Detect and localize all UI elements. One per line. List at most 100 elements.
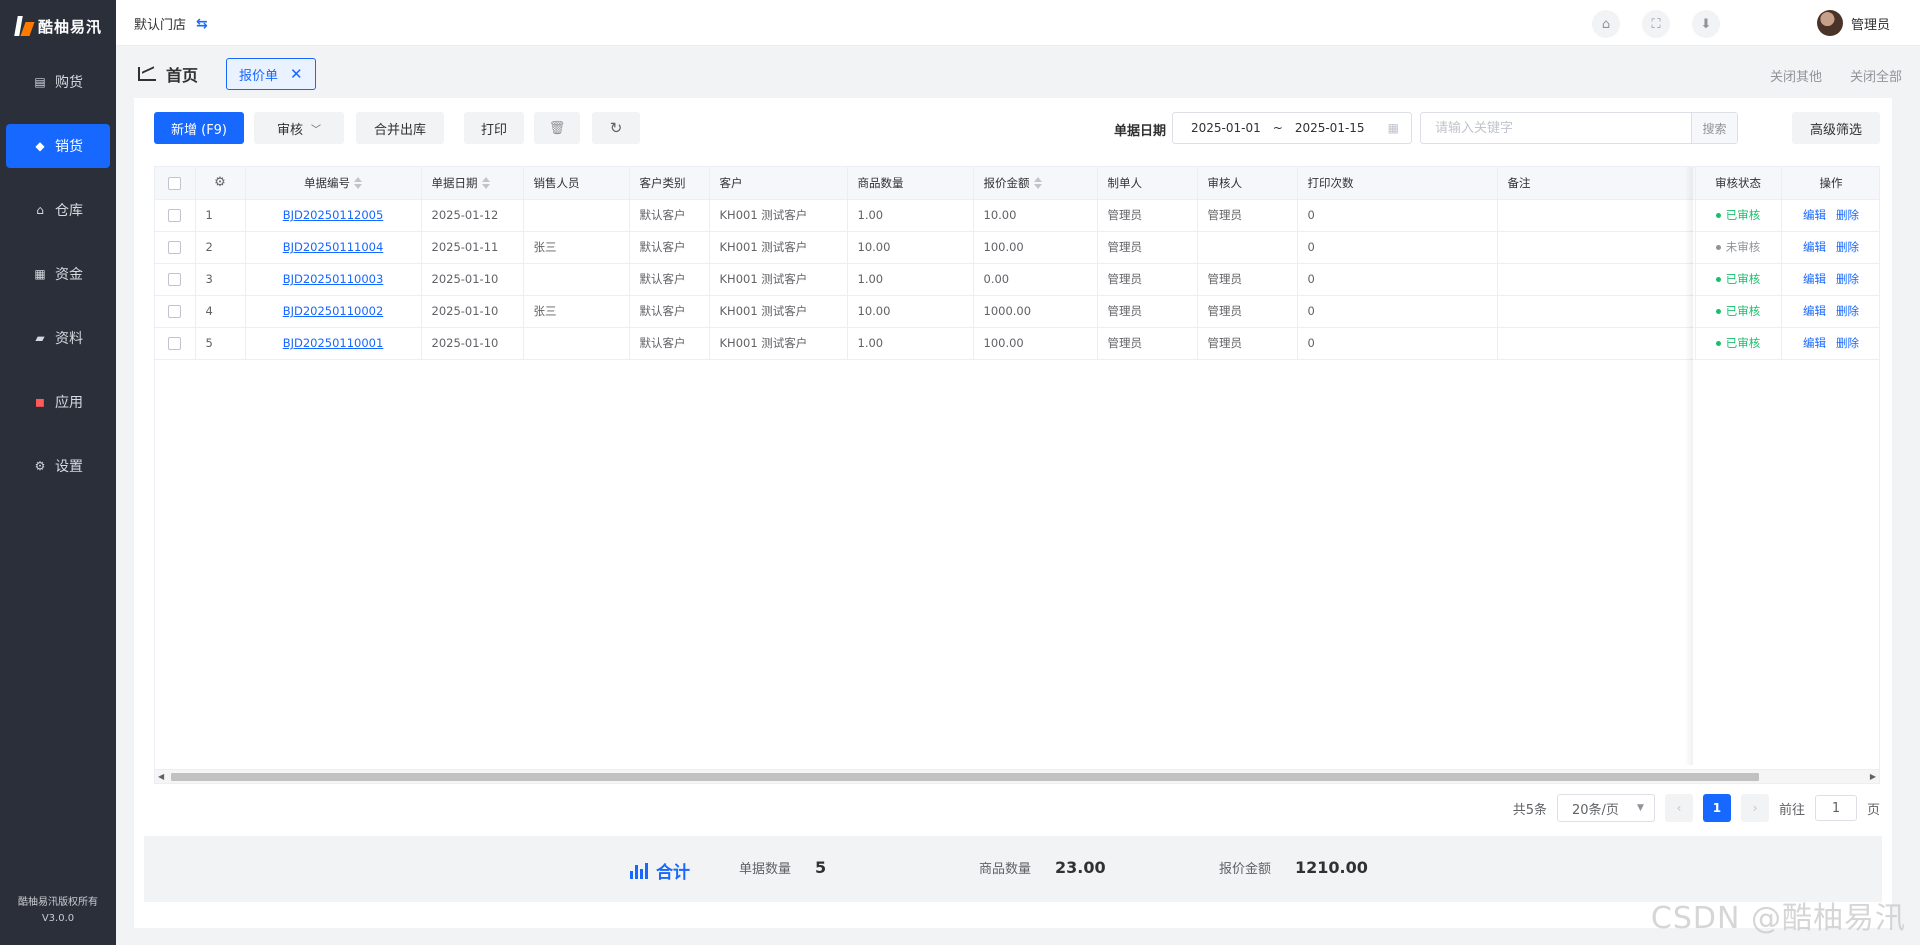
doc-no-link[interactable]: BJD20250110001 xyxy=(283,336,384,350)
row-checkbox-cell[interactable] xyxy=(155,263,196,296)
status-badge: 未审核 xyxy=(1715,239,1760,255)
doc-no-link[interactable]: BJD20250110002 xyxy=(283,304,384,318)
edit-button[interactable]: 编辑 xyxy=(1803,304,1826,318)
advanced-filter-button[interactable]: 高级筛选 xyxy=(1792,112,1880,144)
doc-no-link[interactable]: BJD20250112005 xyxy=(283,208,384,222)
tabs-bar: 首页 报价单 ✕ 关闭其他 关闭全部 xyxy=(134,56,1920,92)
row-checkbox-cell[interactable] xyxy=(155,231,196,264)
prev-page-button[interactable]: ‹ xyxy=(1664,794,1693,822)
doc-no-link[interactable]: BJD20250111004 xyxy=(283,240,384,254)
print-button[interactable]: 打印 xyxy=(464,112,524,144)
close-others-button[interactable]: 关闭其他 xyxy=(1770,66,1822,85)
audit-label: 审核 xyxy=(276,122,303,138)
scroll-right-icon[interactable]: ▶ xyxy=(1870,772,1876,781)
fullscreen-icon[interactable]: ⛶ xyxy=(1642,10,1670,38)
delete-row-button[interactable]: 删除 xyxy=(1836,272,1859,286)
sidebar-item-funds[interactable]: ▦ 资金 xyxy=(6,252,110,296)
search-button[interactable]: 搜索 xyxy=(1691,113,1737,143)
next-page-button[interactable]: › xyxy=(1740,794,1769,822)
cell-customer-type: 默认客户 xyxy=(629,263,710,296)
delete-button[interactable]: 🗑 xyxy=(534,112,580,144)
status-badge: 已审核 xyxy=(1715,207,1761,223)
cell-status: 已审核 xyxy=(1695,327,1782,360)
close-icon[interactable]: ✕ xyxy=(290,65,303,83)
pagination: 共5条 20条/页 ▼ ‹ 1 › 前往 页 xyxy=(1513,794,1880,822)
checkbox[interactable] xyxy=(168,241,182,254)
col-amount[interactable]: 报价金额 xyxy=(973,167,1098,200)
row-checkbox-cell[interactable] xyxy=(155,327,196,360)
status-badge: 已审核 xyxy=(1715,303,1760,319)
summary-doc-count: 单据数量 5 xyxy=(739,858,826,877)
tab-quotation[interactable]: 报价单 ✕ xyxy=(226,58,316,90)
tab-home-label: 首页 xyxy=(166,66,199,85)
column-settings-icon[interactable]: ⚙ xyxy=(195,167,246,200)
watermark: CSDN @酷柚易汛 xyxy=(1650,901,1906,936)
edit-button[interactable]: 编辑 xyxy=(1803,208,1826,222)
cell-print-count: 0 xyxy=(1297,295,1498,328)
row-checkbox-cell[interactable] xyxy=(155,199,196,232)
search-input[interactable] xyxy=(1421,113,1691,143)
goto-input[interactable] xyxy=(1814,795,1857,821)
tab-home[interactable]: 首页 xyxy=(138,62,198,86)
edit-button[interactable]: 编辑 xyxy=(1803,272,1826,286)
status-text: 已审核 xyxy=(1725,336,1761,351)
checkbox[interactable] xyxy=(168,209,182,222)
checkbox[interactable] xyxy=(168,337,182,350)
sidebar-item-apps[interactable]: ◼ 应用 xyxy=(6,380,110,424)
edit-button[interactable]: 编辑 xyxy=(1803,336,1826,350)
row-checkbox-cell[interactable] xyxy=(155,295,196,328)
sort-icon[interactable] xyxy=(481,177,490,190)
col-auditor: 审核人 xyxy=(1197,167,1298,200)
doc-no-link[interactable]: BJD20250110003 xyxy=(283,272,384,286)
sort-icon[interactable] xyxy=(354,177,362,190)
sort-icon[interactable] xyxy=(1033,177,1042,190)
audit-dropdown[interactable]: 审核 ﹀ xyxy=(254,112,344,144)
sidebar-item-data[interactable]: ▰ 资料 xyxy=(6,316,110,360)
sidebar-item-purchase[interactable]: ▤ 购货 xyxy=(6,60,110,104)
horizontal-scrollbar[interactable]: ◀ ▶ xyxy=(155,769,1879,783)
col-doc-date[interactable]: 单据日期 xyxy=(421,167,524,200)
col-doc-no[interactable]: 单据编号 xyxy=(245,167,422,200)
table-row[interactable]: 4 BJD20250110002 2025-01-10 张三 默认客户 KH001 测试客… xyxy=(155,295,1879,328)
cell-auditor: 管理员 xyxy=(1197,199,1298,232)
checkbox[interactable] xyxy=(168,273,182,286)
delete-row-button[interactable]: 删除 xyxy=(1836,208,1859,222)
delete-row-button[interactable]: 删除 xyxy=(1836,240,1859,254)
status-text: 已审核 xyxy=(1725,208,1761,223)
sidebar-item-warehouse[interactable]: ⌂ 仓库 xyxy=(6,188,110,232)
checkbox[interactable] xyxy=(168,176,182,190)
scrollbar-thumb[interactable] xyxy=(171,773,1759,781)
sidebar-item-label: 仓库 xyxy=(55,203,83,219)
table-row[interactable]: 3 BJD20250110003 2025-01-10 默认客户 KH001 测试客户 1… xyxy=(155,263,1879,296)
checkbox[interactable] xyxy=(168,305,182,318)
scroll-left-icon[interactable]: ◀ xyxy=(158,772,164,781)
delete-row-button[interactable]: 删除 xyxy=(1836,304,1859,318)
close-all-button[interactable]: 关闭全部 xyxy=(1850,66,1902,85)
refresh-button[interactable]: ↻ xyxy=(592,112,640,144)
date-range-picker[interactable]: 2025-01-01 ~ 2025-01-15 ▦ xyxy=(1172,112,1412,144)
table-row[interactable]: 1 BJD20250112005 2025-01-12 默认客户 KH001 测试客户 1… xyxy=(155,199,1879,232)
table-row[interactable]: 5 BJD20250110001 2025-01-10 默认客户 KH001 测试客户 1… xyxy=(155,327,1879,360)
col-customer-type: 客户类别 xyxy=(629,167,710,200)
table-row[interactable]: 2 BJD20250111004 2025-01-11 张三 默认客户 KH001 测试客… xyxy=(155,231,1879,264)
cell-auditor: 管理员 xyxy=(1197,327,1298,360)
page-size-select[interactable]: 20条/页 ▼ xyxy=(1556,794,1655,822)
sidebar-item-label: 设置 xyxy=(55,459,83,475)
download-icon[interactable]: ⬇ xyxy=(1692,10,1720,38)
swap-icon[interactable]: ⇆ xyxy=(196,16,208,32)
page-number[interactable]: 1 xyxy=(1702,794,1731,822)
sidebar-item-sales[interactable]: ◆ 销货 xyxy=(6,124,110,168)
cell-print-count: 0 xyxy=(1297,327,1498,360)
store-name: 默认门店 xyxy=(134,18,187,33)
delete-row-button[interactable]: 删除 xyxy=(1836,336,1859,350)
add-button[interactable]: 新增 (F9) xyxy=(154,112,244,144)
sidebar-item-settings[interactable]: ⚙ 设置 xyxy=(6,444,110,488)
sidebar-item-label: 购货 xyxy=(55,75,83,91)
store-switcher[interactable]: 默认门店 ⇆ xyxy=(134,14,208,34)
cell-amount: 1000.00 xyxy=(973,295,1098,328)
select-all-checkbox[interactable] xyxy=(155,167,196,200)
home-icon[interactable]: ⌂ xyxy=(1592,10,1620,38)
merge-outbound-button[interactable]: 合并出库 xyxy=(356,112,444,144)
edit-button[interactable]: 编辑 xyxy=(1803,240,1826,254)
user-menu[interactable]: 管理员 xyxy=(1816,10,1890,36)
